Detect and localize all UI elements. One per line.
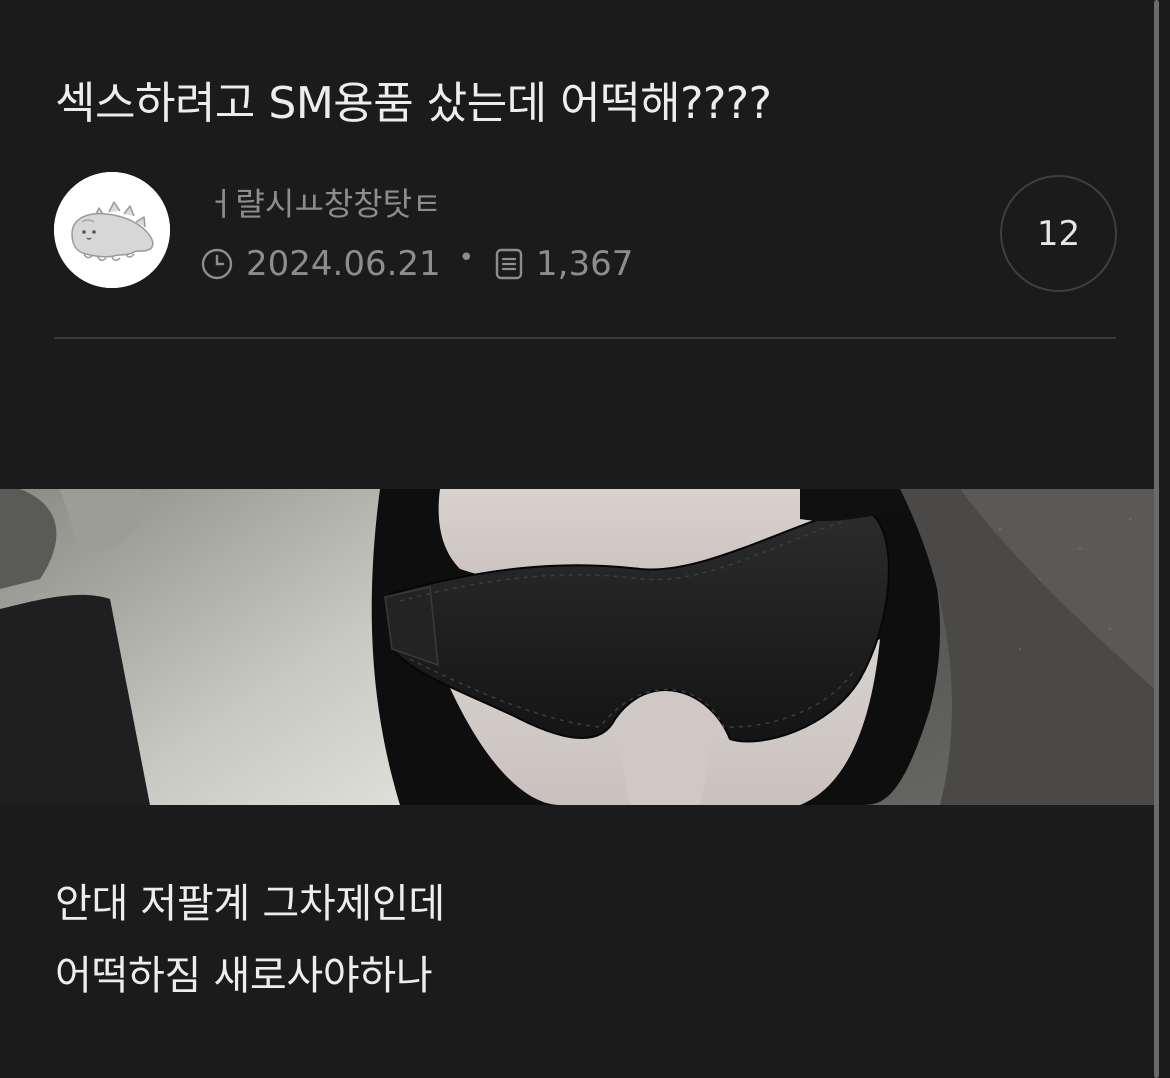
post-date: 2024.06.21 (246, 244, 441, 284)
meta-separator: • (458, 243, 475, 273)
post-body-line: 안대 저팔계 그차제인데 (55, 881, 445, 927)
comment-count: 12 (1036, 213, 1081, 254)
author-name[interactable]: ㅓ랼시ㅛ창창탓ㅌ (206, 180, 442, 228)
clock-icon (200, 247, 234, 281)
post-body: 안대 저팔계 그차제인데 어떡하짐 새로사야하나 (55, 868, 445, 1012)
post-meta: 2024.06.21 • 1,367 (200, 240, 633, 288)
scrollbar[interactable] (1154, 0, 1159, 1078)
post-image[interactable] (0, 489, 1154, 805)
post-title: 섹스하려고 SM용품 샀는데 어떡해???? (55, 78, 772, 129)
author-avatar[interactable] (54, 172, 170, 288)
post-body-line: 어떡하짐 새로사야하나 (55, 953, 433, 999)
comment-count-button[interactable]: 12 (1000, 175, 1117, 292)
dinosaur-avatar-icon (54, 172, 170, 288)
document-icon (494, 248, 524, 280)
header-divider (54, 337, 1116, 339)
view-count: 1,367 (536, 244, 634, 284)
